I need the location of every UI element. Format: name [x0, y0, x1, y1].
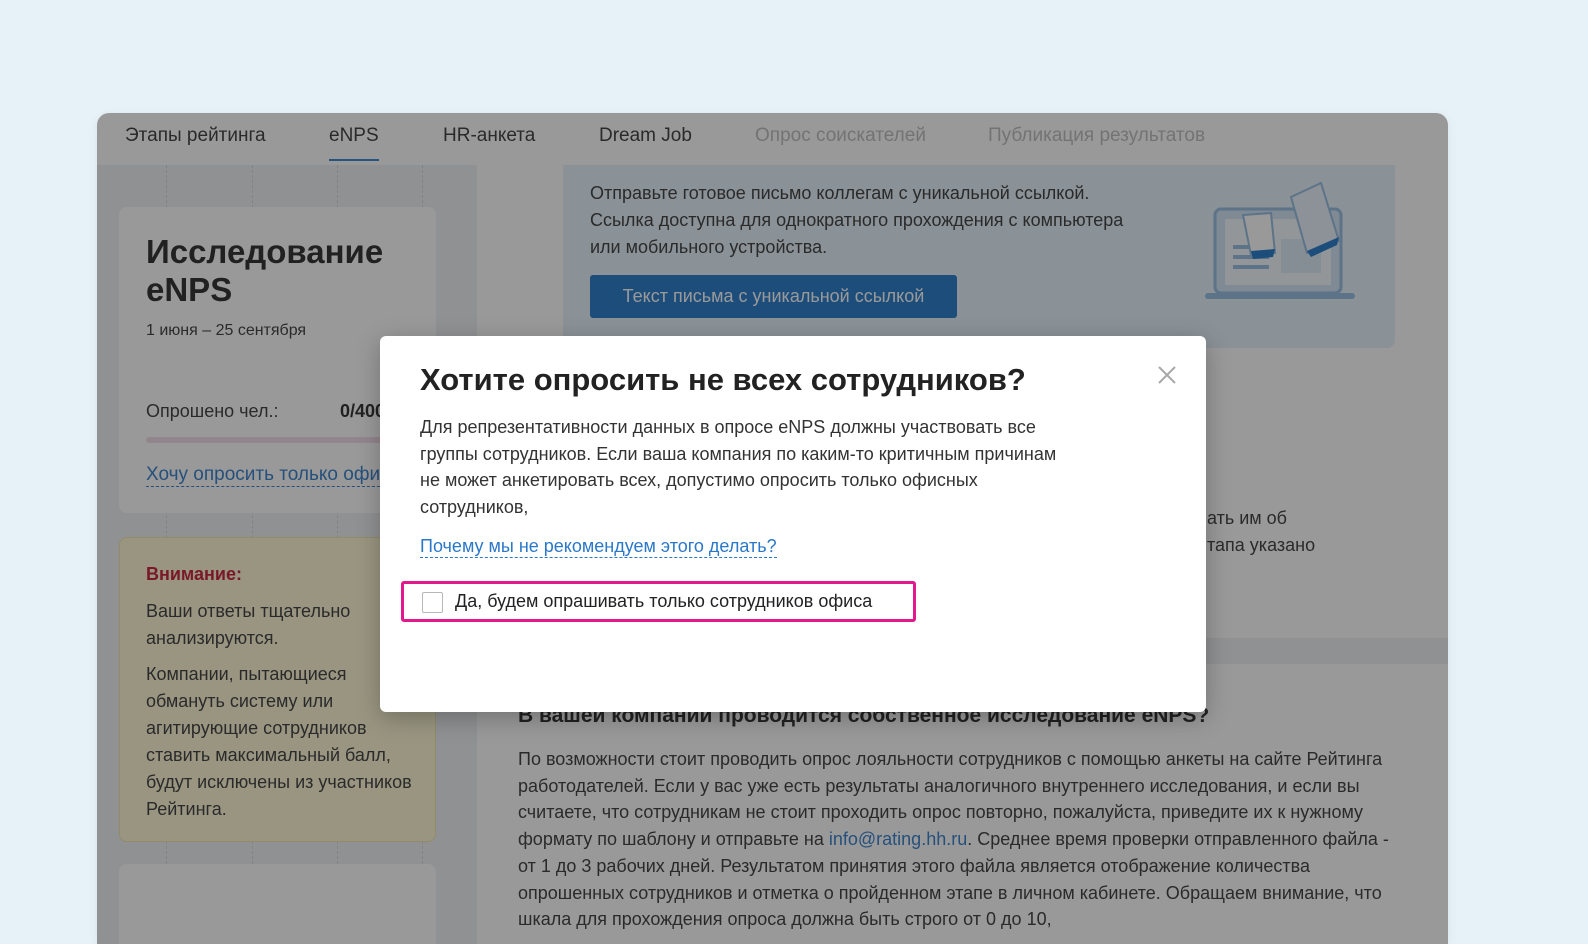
office-only-dialog: Хотите опросить не всех сотрудников? Для… [380, 336, 1206, 712]
dialog-title: Хотите опросить не всех сотрудников? [420, 362, 1026, 397]
close-icon[interactable] [1150, 358, 1184, 392]
why-not-recommended-link[interactable]: Почему мы не рекомендуем этого делать? [420, 536, 777, 558]
office-only-checkbox-label[interactable]: Да, будем опрашивать только сотрудников … [455, 591, 872, 612]
office-only-checkbox[interactable] [422, 592, 443, 613]
office-only-checkbox-row[interactable]: Да, будем опрашивать только сотрудников … [401, 581, 916, 622]
dialog-description: Для репрезентативности данных в опросе e… [420, 417, 1057, 518]
